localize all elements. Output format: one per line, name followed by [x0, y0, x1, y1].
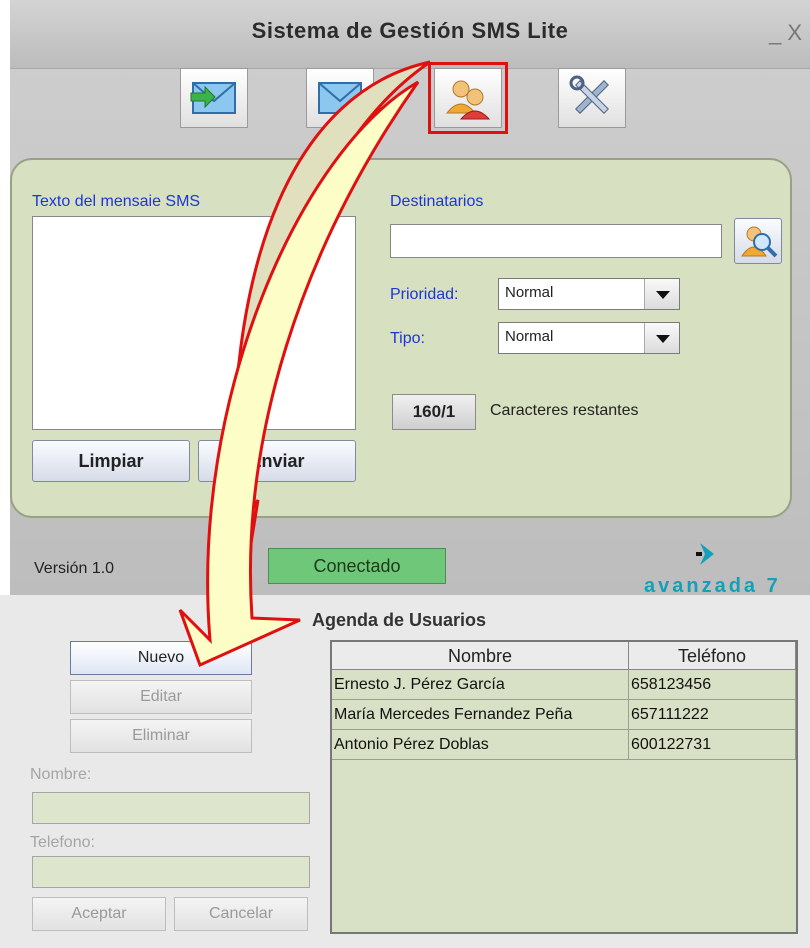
- table-row[interactable]: Ernesto J. Pérez García 658123456: [332, 670, 796, 700]
- window-title: Sistema de Gestión SMS Lite: [251, 18, 569, 43]
- phone-input[interactable]: [32, 856, 310, 888]
- edit-button[interactable]: Editar: [70, 680, 252, 714]
- type-label: Tipo:: [390, 330, 425, 347]
- cell-name: Ernesto J. Pérez García: [332, 670, 629, 700]
- cell-name: Antonio Pérez Doblas: [332, 730, 629, 760]
- cancel-button[interactable]: Cancelar: [174, 897, 308, 931]
- delete-button[interactable]: Eliminar: [70, 719, 252, 753]
- column-header-name[interactable]: Nombre: [332, 642, 629, 670]
- contacts-icon: [445, 80, 491, 120]
- inbox-icon: [190, 82, 236, 114]
- search-contacts-icon: [741, 226, 778, 258]
- connection-status: Conectado: [268, 548, 446, 584]
- priority-value: Normal: [505, 284, 554, 301]
- type-select[interactable]: Normal: [498, 322, 680, 354]
- cell-phone: 600122731: [629, 730, 796, 760]
- new-button[interactable]: Nuevo: [70, 641, 252, 675]
- table-row[interactable]: Antonio Pérez Doblas 600122731: [332, 730, 796, 760]
- brand-logo-icon: [696, 543, 714, 565]
- agenda-title: Agenda de Usuarios: [312, 610, 487, 630]
- contacts-table[interactable]: Nombre Teléfono Ernesto J. Pérez García …: [330, 640, 798, 934]
- priority-select[interactable]: Normal: [498, 278, 680, 310]
- priority-label: Prioridad:: [390, 286, 459, 303]
- name-input[interactable]: [32, 792, 310, 824]
- char-counter-label: Caracteres restantes: [490, 402, 639, 419]
- message-textarea[interactable]: [32, 216, 356, 430]
- title-bar: Sistema de Gestión SMS Lite _ X: [10, 0, 810, 69]
- name-label: Nombre:: [30, 766, 92, 783]
- search-contacts-button[interactable]: [734, 218, 782, 264]
- cell-phone: 657111222: [629, 700, 796, 730]
- clear-button[interactable]: Limpiar: [32, 440, 190, 482]
- send-button[interactable]: Enviar: [198, 440, 356, 482]
- toolbar-tools-button[interactable]: [558, 68, 626, 128]
- char-counter: 160/1: [392, 394, 476, 430]
- toolbar-compose-button[interactable]: [306, 68, 374, 128]
- version-text: Versión 1.0: [34, 560, 115, 577]
- cell-name: María Mercedes Fernandez Peña: [332, 700, 629, 730]
- toolbar-contacts-button[interactable]: [428, 62, 508, 134]
- toolbar-inbox-button[interactable]: [180, 68, 248, 128]
- tools-icon: [569, 75, 609, 114]
- window-controls[interactable]: _ X: [769, 20, 802, 46]
- cell-phone: 658123456: [629, 670, 796, 700]
- column-header-phone[interactable]: Teléfono: [629, 642, 796, 670]
- recipients-input[interactable]: [390, 224, 722, 258]
- chevron-down-icon[interactable]: [644, 279, 679, 309]
- compose-icon: [318, 82, 362, 114]
- table-row[interactable]: María Mercedes Fernandez Peña 657111222: [332, 700, 796, 730]
- message-label: Texto del mensaie SMS: [32, 193, 201, 210]
- accept-button[interactable]: Aceptar: [32, 897, 166, 931]
- type-value: Normal: [505, 328, 554, 345]
- recipients-label: Destinatarios: [390, 193, 484, 210]
- chevron-down-icon[interactable]: [644, 323, 679, 353]
- phone-label: Telefono:: [30, 834, 95, 851]
